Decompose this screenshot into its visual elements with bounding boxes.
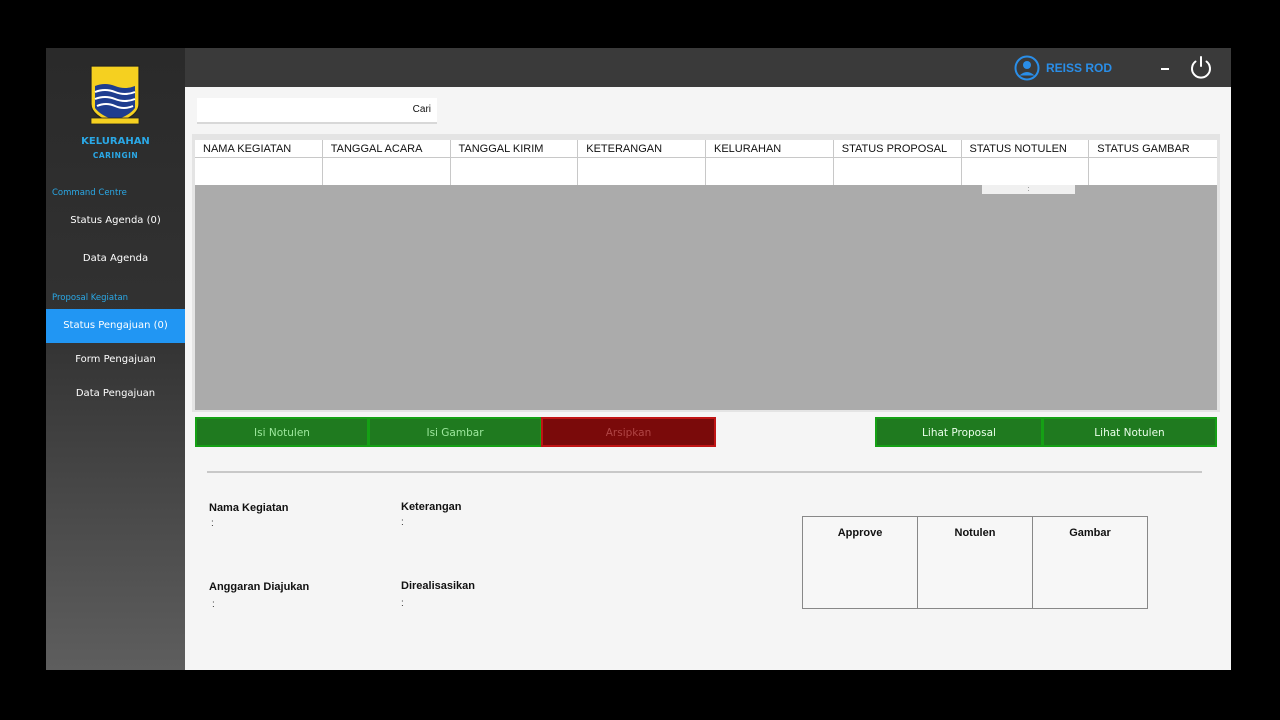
section-divider xyxy=(207,471,1202,473)
section-proposal-kegiatan: Proposal Kegiatan xyxy=(52,293,129,303)
data-table[interactable]: NAMA KEGIATAN TANGGAL ACARA TANGGAL KIRI… xyxy=(195,140,1217,410)
lihat-notulen-button[interactable]: Lihat Notulen xyxy=(1042,417,1217,447)
direalisasikan-value: : xyxy=(401,598,404,609)
keterangan-value: : xyxy=(401,517,404,528)
power-icon[interactable] xyxy=(1188,54,1214,80)
kelurahan-title: KELURAHAN xyxy=(81,136,150,147)
column-status-proposal[interactable]: STATUS PROPOSAL xyxy=(834,140,962,158)
kelurahan-logo xyxy=(90,65,140,125)
sidebar-item-status-agenda[interactable]: Status Agenda (0) xyxy=(46,204,185,238)
sidebar-item-form-pengajuan[interactable]: Form Pengajuan xyxy=(46,343,185,377)
table-cell[interactable] xyxy=(323,158,451,185)
search-label: Cari xyxy=(412,104,431,115)
sidebar-item-data-agenda[interactable]: Data Agenda xyxy=(46,242,185,276)
section-command-centre: Command Centre xyxy=(52,188,127,198)
sidebar-item-status-pengajuan[interactable]: Status Pengajuan (0) xyxy=(46,309,185,343)
user-name[interactable]: REISS ROD xyxy=(1046,61,1112,75)
user-circle-icon[interactable] xyxy=(1014,55,1040,81)
table-cell[interactable] xyxy=(706,158,834,185)
table-cell[interactable] xyxy=(578,158,706,185)
nama-kegiatan-label: Nama Kegiatan xyxy=(209,502,289,514)
table-row[interactable] xyxy=(195,158,1217,185)
column-keterangan[interactable]: KETERANGAN xyxy=(578,140,706,158)
minimize-icon[interactable] xyxy=(1158,57,1174,79)
anggaran-diajukan-value: : xyxy=(212,599,215,610)
column-kelurahan[interactable]: KELURAHAN xyxy=(706,140,834,158)
isi-notulen-button[interactable]: Isi Notulen xyxy=(195,417,369,447)
anggaran-diajukan-label: Anggaran Diajukan xyxy=(209,581,310,593)
app-window: KELURAHAN CARINGIN Command Centre Status… xyxy=(46,48,1231,670)
column-status-notulen[interactable]: STATUS NOTULEN xyxy=(962,140,1090,158)
arsipkan-button[interactable]: Arsipkan xyxy=(541,417,716,447)
table-cell[interactable] xyxy=(962,158,1090,185)
sidebar: KELURAHAN CARINGIN Command Centre Status… xyxy=(46,48,185,670)
search-box: Cari xyxy=(197,98,437,124)
sidebar-item-data-pengajuan[interactable]: Data Pengajuan xyxy=(46,377,185,411)
top-header: REISS ROD xyxy=(185,48,1231,87)
isi-gambar-button[interactable]: Isi Gambar xyxy=(368,417,542,447)
column-tanggal-kirim[interactable]: TANGGAL KIRIM xyxy=(451,140,579,158)
cell-tooltip: : xyxy=(982,185,1075,194)
column-nama-kegiatan[interactable]: NAMA KEGIATAN xyxy=(195,140,323,158)
table-cell[interactable] xyxy=(1089,158,1217,185)
column-tanggal-acara[interactable]: TANGGAL ACARA xyxy=(323,140,451,158)
nama-kegiatan-value: : xyxy=(211,518,214,529)
table-cell[interactable] xyxy=(834,158,962,185)
keterangan-label: Keterangan xyxy=(401,501,462,513)
status-notulen: Notulen xyxy=(918,517,1033,608)
status-box: Approve Notulen Gambar xyxy=(802,516,1148,609)
table-cell[interactable] xyxy=(195,158,323,185)
status-gambar: Gambar xyxy=(1069,527,1111,539)
kelurahan-subtitle: CARINGIN xyxy=(92,151,139,160)
search-input[interactable] xyxy=(197,98,397,122)
status-approve: Approve xyxy=(803,517,918,608)
direalisasikan-label: Direalisasikan xyxy=(401,580,475,592)
table-cell[interactable] xyxy=(451,158,579,185)
lihat-proposal-button[interactable]: Lihat Proposal xyxy=(875,417,1043,447)
column-status-gambar[interactable]: STATUS GAMBAR xyxy=(1089,140,1217,158)
table-header: NAMA KEGIATAN TANGGAL ACARA TANGGAL KIRI… xyxy=(195,140,1217,158)
